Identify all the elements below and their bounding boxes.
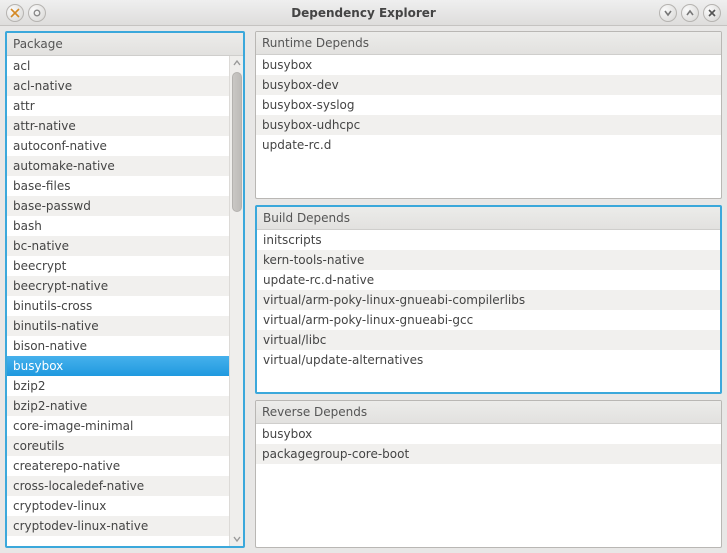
window-menu-icon bbox=[10, 8, 20, 18]
list-item[interactable]: base-passwd bbox=[7, 196, 229, 216]
list-item[interactable]: busybox-udhcpc bbox=[256, 115, 721, 135]
list-item[interactable]: virtual/libc bbox=[257, 330, 720, 350]
list-item[interactable]: busybox-dev bbox=[256, 75, 721, 95]
build-depends-panel: Build Depends initscriptskern-tools-nati… bbox=[255, 205, 722, 394]
list-item[interactable]: autoconf-native bbox=[7, 136, 229, 156]
list-item[interactable]: busybox-syslog bbox=[256, 95, 721, 115]
list-item[interactable]: coreutils bbox=[7, 436, 229, 456]
reverse-depends-list[interactable]: busyboxpackagegroup-core-boot bbox=[256, 424, 721, 547]
list-item[interactable]: update-rc.d bbox=[256, 135, 721, 155]
list-item[interactable]: bzip2-native bbox=[7, 396, 229, 416]
reverse-depends-panel: Reverse Depends busyboxpackagegroup-core… bbox=[255, 400, 722, 548]
runtime-depends-panel: Runtime Depends busyboxbusybox-devbusybo… bbox=[255, 31, 722, 199]
list-item[interactable]: virtual/update-alternatives bbox=[257, 350, 720, 370]
runtime-depends-header: Runtime Depends bbox=[256, 32, 721, 55]
list-item[interactable]: packagegroup-core-boot bbox=[256, 444, 721, 464]
scroll-down-icon[interactable] bbox=[231, 533, 243, 545]
list-item[interactable]: automake-native bbox=[7, 156, 229, 176]
window-shade-button[interactable] bbox=[28, 4, 46, 22]
list-item[interactable]: virtual/arm-poky-linux-gnueabi-compilerl… bbox=[257, 290, 720, 310]
shade-icon bbox=[32, 8, 42, 18]
list-item[interactable]: acl bbox=[7, 56, 229, 76]
list-item[interactable]: virtual/arm-poky-linux-gnueabi-gcc bbox=[257, 310, 720, 330]
scroll-thumb[interactable] bbox=[232, 72, 242, 212]
window-menu-button[interactable] bbox=[6, 4, 24, 22]
package-column: Package aclacl-nativeattrattr-nativeauto… bbox=[5, 31, 245, 548]
minimize-button[interactable] bbox=[659, 4, 677, 22]
list-item[interactable]: base-files bbox=[7, 176, 229, 196]
list-item[interactable]: bison-native bbox=[7, 336, 229, 356]
list-item[interactable]: beecrypt-native bbox=[7, 276, 229, 296]
titlebar: Dependency Explorer bbox=[0, 0, 727, 26]
package-panel: Package aclacl-nativeattrattr-nativeauto… bbox=[5, 31, 245, 548]
close-icon bbox=[707, 8, 717, 18]
workarea: Package aclacl-nativeattrattr-nativeauto… bbox=[0, 26, 727, 553]
list-item[interactable]: update-rc.d-native bbox=[257, 270, 720, 290]
list-item[interactable]: initscripts bbox=[257, 230, 720, 250]
package-list[interactable]: aclacl-nativeattrattr-nativeautoconf-nat… bbox=[7, 56, 229, 546]
list-item[interactable]: busybox bbox=[7, 356, 229, 376]
package-header: Package bbox=[7, 33, 243, 56]
list-item[interactable]: cryptodev-linux bbox=[7, 496, 229, 516]
package-scrollbar[interactable] bbox=[229, 56, 243, 546]
list-item[interactable]: binutils-cross bbox=[7, 296, 229, 316]
list-item[interactable]: cross-localedef-native bbox=[7, 476, 229, 496]
list-item[interactable]: busybox bbox=[256, 424, 721, 444]
build-depends-list[interactable]: initscriptskern-tools-nativeupdate-rc.d-… bbox=[257, 230, 720, 392]
list-item[interactable]: core-image-minimal bbox=[7, 416, 229, 436]
close-button[interactable] bbox=[703, 4, 721, 22]
runtime-depends-list[interactable]: busyboxbusybox-devbusybox-syslogbusybox-… bbox=[256, 55, 721, 198]
chevron-up-icon bbox=[685, 8, 695, 18]
list-item[interactable]: cryptodev-linux-native bbox=[7, 516, 229, 536]
list-item[interactable]: acl-native bbox=[7, 76, 229, 96]
list-item[interactable]: createrepo-native bbox=[7, 456, 229, 476]
details-column: Runtime Depends busyboxbusybox-devbusybo… bbox=[255, 31, 722, 548]
maximize-button[interactable] bbox=[681, 4, 699, 22]
reverse-depends-header: Reverse Depends bbox=[256, 401, 721, 424]
list-item[interactable]: bash bbox=[7, 216, 229, 236]
list-item[interactable]: beecrypt bbox=[7, 256, 229, 276]
list-item[interactable]: kern-tools-native bbox=[257, 250, 720, 270]
chevron-down-icon bbox=[663, 8, 673, 18]
list-item[interactable]: busybox bbox=[256, 55, 721, 75]
list-item[interactable]: bc-native bbox=[7, 236, 229, 256]
list-item[interactable]: attr bbox=[7, 96, 229, 116]
list-item[interactable]: binutils-native bbox=[7, 316, 229, 336]
scroll-up-icon[interactable] bbox=[231, 57, 243, 69]
list-item[interactable]: bzip2 bbox=[7, 376, 229, 396]
list-item[interactable]: attr-native bbox=[7, 116, 229, 136]
window-title: Dependency Explorer bbox=[6, 6, 721, 20]
build-depends-header: Build Depends bbox=[257, 207, 720, 230]
